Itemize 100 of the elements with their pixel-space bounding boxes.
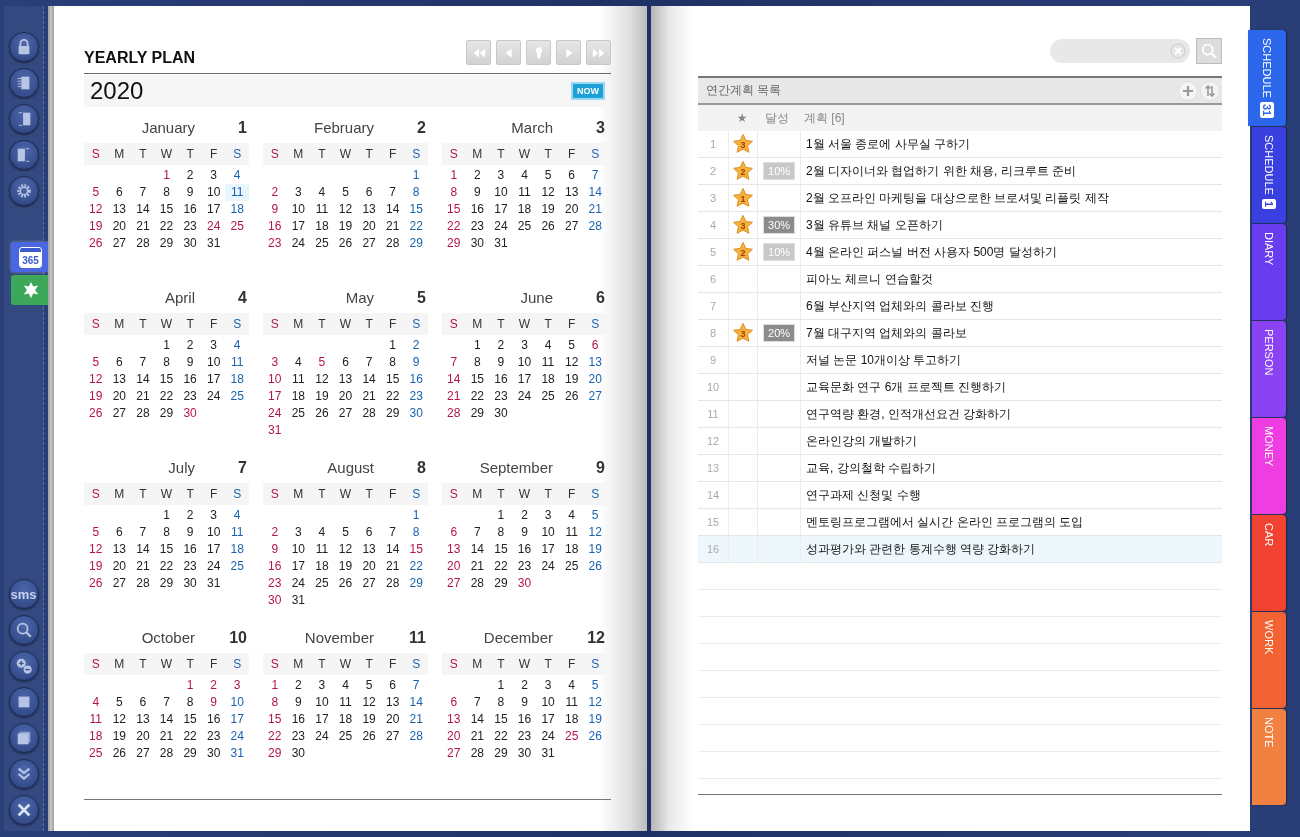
calendar-day[interactable]: 16 (286, 711, 311, 728)
calendar-day[interactable]: 27 (333, 405, 358, 422)
calendar-day[interactable]: 14 (465, 711, 490, 728)
calendar-day[interactable]: 10 (201, 524, 226, 541)
calendar-day[interactable]: 21 (583, 201, 607, 218)
calendar-day[interactable]: 27 (442, 575, 466, 592)
calendar-day[interactable]: 30 (286, 745, 311, 762)
calendar-day[interactable]: 18 (310, 218, 334, 235)
calendar-day[interactable]: 11 (333, 694, 358, 711)
calendar-day[interactable]: 10 (225, 694, 249, 711)
calendar-day[interactable]: 23 (263, 575, 287, 592)
calendar-day[interactable]: 15 (465, 371, 490, 388)
calendar-day[interactable]: 25 (536, 388, 560, 405)
calendar-day[interactable]: 21 (357, 388, 381, 405)
calendar-day[interactable]: 23 (404, 388, 428, 405)
calendar-day[interactable]: 10 (536, 694, 560, 711)
plan-row[interactable]: 7 6월 부산지역 업체와의 콜라보 진행 (698, 293, 1223, 320)
calendar-day[interactable]: 2 (512, 507, 537, 524)
calendar-day[interactable]: 18 (512, 201, 537, 218)
calendar-day[interactable]: 16 (489, 371, 513, 388)
calendar-day[interactable]: 20 (380, 711, 405, 728)
calendar-day[interactable]: 12 (559, 354, 584, 371)
calendar-day[interactable]: 20 (107, 558, 132, 575)
calendar-day[interactable]: 21 (380, 218, 405, 235)
calendar-day[interactable]: 3 (201, 337, 226, 354)
calendar-day[interactable]: 19 (583, 711, 607, 728)
calendar-day[interactable]: 12 (536, 184, 560, 201)
calendar-day[interactable]: 13 (357, 201, 381, 218)
calendar-day[interactable]: 4 (310, 524, 334, 541)
calendar-day[interactable]: 21 (154, 728, 179, 745)
calendar-day[interactable]: 6 (107, 354, 132, 371)
calendar-day[interactable]: 12 (84, 371, 108, 388)
calendar-day[interactable]: 8 (154, 524, 179, 541)
calendar-day[interactable]: 26 (84, 405, 108, 422)
calendar-day[interactable]: 24 (201, 558, 226, 575)
calendar-day[interactable]: 19 (559, 371, 584, 388)
calendar-tab[interactable]: 365 (10, 242, 51, 272)
calendar-day[interactable]: 16 (512, 711, 537, 728)
calendar-day[interactable]: 12 (84, 201, 108, 218)
calendar-day[interactable]: 23 (263, 235, 287, 252)
calendar-day[interactable]: 11 (310, 201, 334, 218)
calendar-day[interactable]: 2 (489, 337, 513, 354)
calendar-day[interactable]: 24 (512, 388, 537, 405)
chevrons-down-button[interactable] (8, 759, 39, 789)
calendar-day[interactable]: 26 (84, 235, 108, 252)
calendar-day[interactable]: 14 (404, 694, 428, 711)
calendar-day[interactable]: 6 (107, 184, 132, 201)
calendar-day[interactable]: 25 (559, 728, 584, 745)
calendar-day[interactable]: 26 (107, 745, 132, 762)
calendar-day[interactable]: 5 (357, 677, 381, 694)
calendar-day[interactable]: 16 (404, 371, 428, 388)
calendar-day[interactable]: 4 (286, 354, 311, 371)
plan-row[interactable]: 13 교육, 강의철학 수립하기 (698, 455, 1223, 482)
calendar-day[interactable]: 1 (380, 337, 405, 354)
calendar-day[interactable]: 6 (380, 677, 405, 694)
calendar-day[interactable]: 16 (178, 201, 202, 218)
calendar-day[interactable]: 1 (178, 677, 202, 694)
calendar-day[interactable]: 13 (107, 201, 132, 218)
calendar-day[interactable]: 30 (201, 745, 226, 762)
calendar-day[interactable]: 10 (310, 694, 334, 711)
calendar-day[interactable]: 20 (559, 201, 584, 218)
calendar-day[interactable]: 17 (201, 371, 226, 388)
calendar-day[interactable]: 1 (489, 507, 513, 524)
calendar-day[interactable]: 9 (263, 541, 287, 558)
add-button[interactable] (1178, 80, 1199, 101)
calendar-day[interactable]: 16 (465, 201, 490, 218)
calendar-day[interactable]: 22 (442, 218, 466, 235)
calendar-day[interactable]: 18 (84, 728, 108, 745)
calendar-day[interactable]: 28 (380, 235, 405, 252)
calendar-day[interactable]: 19 (333, 218, 358, 235)
calendar-day[interactable]: 19 (333, 558, 358, 575)
calendar-day[interactable]: 28 (404, 728, 428, 745)
calendar-day[interactable]: 1 (465, 337, 490, 354)
calendar-day[interactable]: 15 (404, 201, 428, 218)
calendar-day[interactable]: 1 (489, 677, 513, 694)
calendar-day[interactable]: 11 (559, 524, 584, 541)
plan-row[interactable]: 8 3 20% 7월 대구지역 업체와의 콜라보 (698, 320, 1223, 347)
calendar-day[interactable]: 9 (178, 354, 202, 371)
calendar-day[interactable]: 27 (583, 388, 607, 405)
calendar-day[interactable]: 27 (442, 745, 466, 762)
calendar-day[interactable]: 11 (536, 354, 560, 371)
calendar-day[interactable]: 28 (465, 575, 490, 592)
calendar-day[interactable]: 13 (131, 711, 155, 728)
calendar-day[interactable]: 8 (442, 184, 466, 201)
calendar-day[interactable]: 23 (286, 728, 311, 745)
calendar-day[interactable]: 10 (201, 354, 226, 371)
calendar-day[interactable]: 2 (178, 507, 202, 524)
calendar-day[interactable]: 11 (225, 354, 249, 371)
calendar-day[interactable]: 12 (107, 711, 132, 728)
calendar-day[interactable]: 20 (583, 371, 607, 388)
calendar-day[interactable]: 18 (333, 711, 358, 728)
calendar-day[interactable]: 9 (489, 354, 513, 371)
calendar-day[interactable]: 30 (489, 405, 513, 422)
calendar-day[interactable]: 14 (131, 371, 155, 388)
calendar-day[interactable]: 9 (404, 354, 428, 371)
calendar-day[interactable]: 17 (536, 541, 560, 558)
calendar-day[interactable]: 4 (559, 507, 584, 524)
calendar-day[interactable]: 8 (489, 524, 513, 541)
calendar-day[interactable]: 24 (536, 558, 560, 575)
calendar-day[interactable]: 20 (357, 558, 381, 575)
